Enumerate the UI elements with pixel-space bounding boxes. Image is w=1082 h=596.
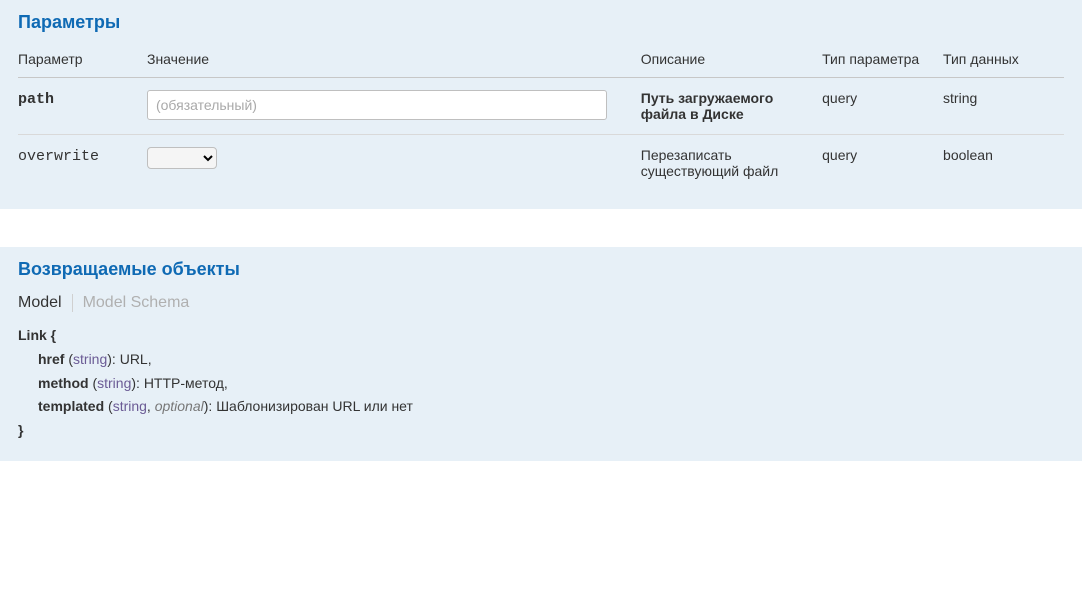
param-name: path	[18, 91, 54, 108]
responses-title: Возвращаемые объекты	[18, 259, 1064, 280]
prop-type: string	[73, 351, 107, 367]
param-name: overwrite	[18, 148, 99, 165]
responses-panel: Возвращаемые объекты ModelModel Schema L…	[0, 247, 1082, 461]
prop-name: href	[38, 351, 64, 367]
header-param: Параметр	[18, 43, 147, 78]
model-prop: href (string): URL,	[18, 348, 1064, 372]
param-dtype: boolean	[943, 135, 1064, 192]
tab-model[interactable]: Model	[18, 294, 72, 312]
param-dtype: string	[943, 78, 1064, 135]
header-dtype: Тип данных	[943, 43, 1064, 78]
param-ptype: query	[822, 135, 943, 192]
param-desc: Путь загружаемого файла в Диске	[641, 90, 774, 122]
prop-desc: Шаблонизирован URL или нет	[216, 398, 413, 414]
param-overwrite-select[interactable]	[147, 147, 217, 169]
parameters-panel: Параметры Параметр Значение Описание Тип…	[0, 0, 1082, 209]
prop-desc: URL	[120, 351, 148, 367]
header-value: Значение	[147, 43, 641, 78]
param-row-overwrite: overwrite Перезаписать существующий файл…	[18, 135, 1064, 192]
parameters-title: Параметры	[18, 12, 1064, 33]
prop-name: method	[38, 375, 89, 391]
header-desc: Описание	[641, 43, 822, 78]
header-ptype: Тип параметра	[822, 43, 943, 78]
model-definition: Link { href (string): URL, method (strin…	[18, 324, 1064, 443]
param-ptype: query	[822, 78, 943, 135]
tab-model-schema[interactable]: Model Schema	[72, 294, 200, 312]
prop-desc: HTTP-метод	[144, 375, 224, 391]
param-desc: Перезаписать существующий файл	[641, 135, 822, 192]
parameters-table: Параметр Значение Описание Тип параметра…	[18, 43, 1064, 191]
prop-type: string	[113, 398, 147, 414]
panel-gap	[0, 209, 1082, 247]
param-row-path: path Путь загружаемого файла в Диске que…	[18, 78, 1064, 135]
param-path-input[interactable]	[147, 90, 607, 120]
model-name: Link	[18, 327, 47, 343]
model-prop: method (string): HTTP-метод,	[18, 372, 1064, 396]
prop-type: string	[97, 375, 131, 391]
model-prop: templated (string, optional): Шаблонизир…	[18, 395, 1064, 419]
prop-name: templated	[38, 398, 104, 414]
prop-optional: optional	[155, 398, 204, 414]
model-tabs: ModelModel Schema	[18, 294, 1064, 312]
parameters-header-row: Параметр Значение Описание Тип параметра…	[18, 43, 1064, 78]
